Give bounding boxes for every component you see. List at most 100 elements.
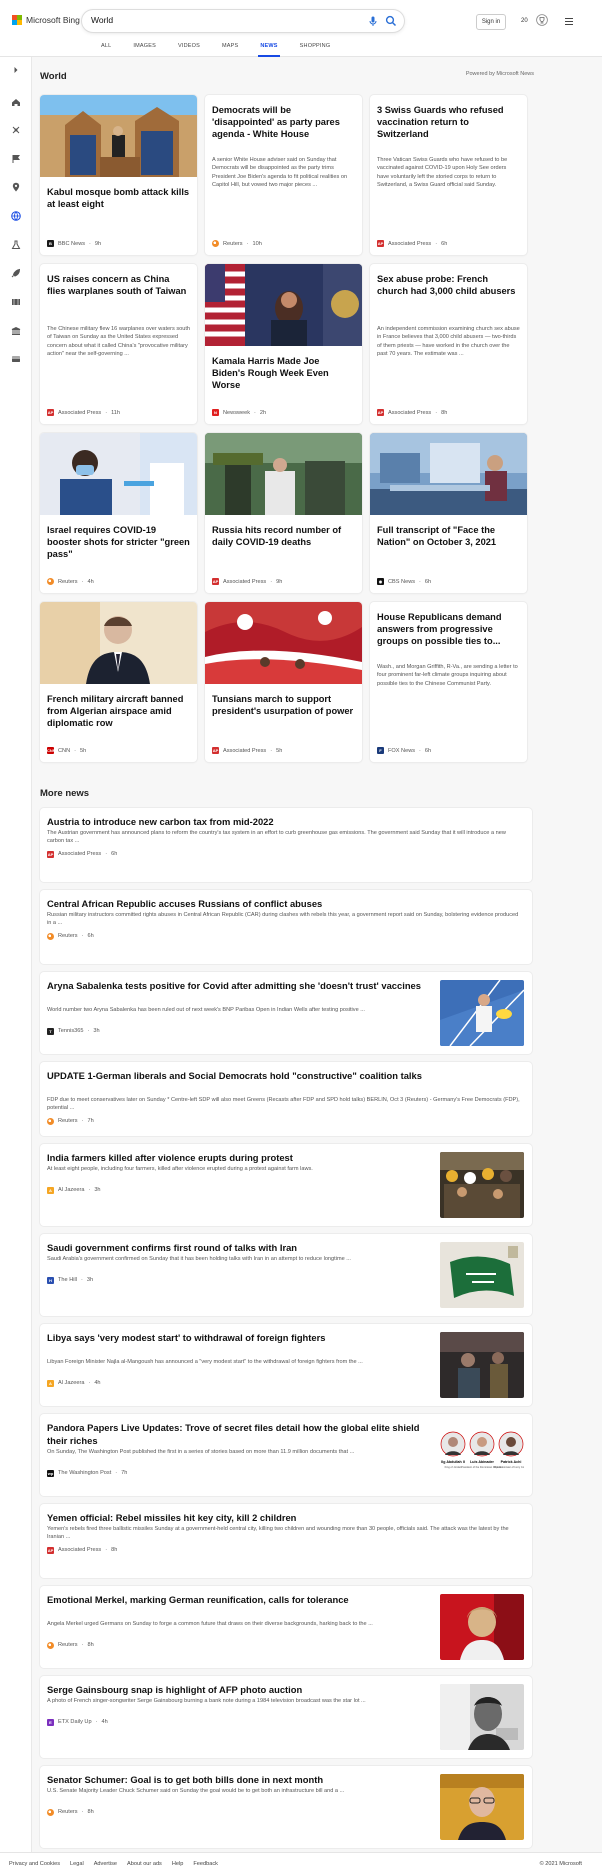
news-card[interactable]: US raises concern as China flies warplan… bbox=[40, 264, 197, 424]
news-list-item[interactable]: Central African Republic accuses Russian… bbox=[40, 890, 532, 964]
news-card-title[interactable]: 3 Swiss Guards who refused vaccination r… bbox=[377, 104, 520, 140]
news-item-title[interactable]: Yemen official: Rebel missiles hit key c… bbox=[47, 1511, 523, 1524]
news-card-title[interactable]: US raises concern as China flies warplan… bbox=[47, 273, 190, 297]
card-icon[interactable] bbox=[10, 353, 22, 365]
news-card-image[interactable] bbox=[205, 264, 362, 346]
news-list-item[interactable]: Austria to introduce new carbon tax from… bbox=[40, 808, 532, 882]
bank-icon[interactable] bbox=[10, 325, 22, 337]
news-card[interactable]: Sex abuse probe: French church had 3,000… bbox=[370, 264, 527, 424]
footer-link-legal[interactable]: Legal bbox=[70, 1861, 84, 1867]
news-item-title[interactable]: Austria to introduce new carbon tax from… bbox=[47, 815, 523, 828]
news-item-source[interactable]: AP Associated Press · 8h bbox=[47, 1546, 117, 1554]
tab-news[interactable]: NEWS bbox=[249, 41, 288, 57]
location-icon[interactable] bbox=[10, 181, 22, 193]
news-card-title[interactable]: Tunsians march to support president's us… bbox=[212, 693, 355, 717]
news-card[interactable]: French military aircraft banned from Alg… bbox=[40, 602, 197, 762]
news-item-source[interactable]: Reuters · 7h bbox=[47, 1117, 94, 1125]
news-item-image[interactable] bbox=[440, 1594, 524, 1660]
news-item-image[interactable] bbox=[440, 1332, 524, 1398]
rewards-trophy-icon[interactable] bbox=[536, 14, 548, 26]
footer-link-advertise[interactable]: Advertise bbox=[94, 1861, 117, 1867]
news-item-source[interactable]: Reuters · 8h bbox=[47, 1808, 94, 1816]
news-item-image[interactable] bbox=[440, 980, 524, 1046]
tab-maps[interactable]: MAPS bbox=[211, 41, 249, 57]
news-card-source[interactable]: B BBC News · 9h bbox=[47, 240, 101, 247]
news-item-title[interactable]: UPDATE 1-German liberals and Social Demo… bbox=[47, 1069, 523, 1082]
news-card-source[interactable]: AP Associated Press · 6h bbox=[377, 240, 447, 247]
news-card-source[interactable]: ◉ CBS News · 6h bbox=[377, 578, 431, 585]
news-list-item[interactable]: Pandora Papers Live Updates: Trove of se… bbox=[40, 1414, 532, 1496]
news-item-image[interactable] bbox=[440, 1774, 524, 1840]
news-item-title[interactable]: Senator Schumer: Goal is to get both bil… bbox=[47, 1773, 429, 1786]
news-list-item[interactable]: Libya says 'very modest start' to withdr… bbox=[40, 1324, 532, 1406]
footer-link-about-our-ads[interactable]: About our ads bbox=[127, 1861, 162, 1867]
tab-all[interactable]: ALL bbox=[90, 41, 122, 57]
news-card-source[interactable]: Reuters · 4h bbox=[47, 578, 94, 585]
news-item-title[interactable]: India farmers killed after violence erup… bbox=[47, 1151, 429, 1164]
news-card-source[interactable]: CNN CNN · 5h bbox=[47, 747, 86, 754]
news-card-title[interactable]: Sex abuse probe: French church had 3,000… bbox=[377, 273, 520, 297]
news-card[interactable]: Israel requires COVID-19 booster shots f… bbox=[40, 433, 197, 593]
news-item-source[interactable]: AP Associated Press · 6h bbox=[47, 850, 117, 858]
news-item-source[interactable]: H The Hill · 3h bbox=[47, 1276, 93, 1284]
news-card[interactable]: 3 Swiss Guards who refused vaccination r… bbox=[370, 95, 527, 255]
news-card[interactable]: Russia hits record number of daily COVID… bbox=[205, 433, 362, 593]
news-card-image[interactable] bbox=[205, 433, 362, 515]
news-card-image[interactable] bbox=[40, 602, 197, 684]
news-card-source[interactable]: AP Associated Press · 5h bbox=[212, 747, 282, 754]
search-icon[interactable] bbox=[385, 15, 397, 27]
news-item-title[interactable]: Serge Gainsbourg snap is highlight of AF… bbox=[47, 1683, 429, 1696]
news-item-image[interactable] bbox=[440, 1684, 524, 1750]
news-item-source[interactable]: wp The Washington Post · 7h bbox=[47, 1469, 127, 1477]
tab-videos[interactable]: VIDEOS bbox=[167, 41, 211, 57]
news-card[interactable]: Full transcript of "Face the Nation" on … bbox=[370, 433, 527, 593]
news-card-source[interactable]: AP Associated Press · 8h bbox=[377, 409, 447, 416]
news-card-title[interactable]: Kabul mosque bomb attack kills at least … bbox=[47, 186, 190, 210]
news-card-source[interactable]: AP Associated Press · 11h bbox=[47, 409, 120, 416]
microphone-icon[interactable] bbox=[367, 15, 379, 27]
news-item-title[interactable]: Saudi government confirms first round of… bbox=[47, 1241, 429, 1254]
news-card-source[interactable]: AP Associated Press · 9h bbox=[212, 578, 282, 585]
news-list-item[interactable]: Saudi government confirms first round of… bbox=[40, 1234, 532, 1316]
news-card[interactable]: House Republicans demand answers from pr… bbox=[370, 602, 527, 762]
flag-icon[interactable] bbox=[10, 153, 22, 165]
news-card[interactable]: Tunsians march to support president's us… bbox=[205, 602, 362, 762]
news-item-title[interactable]: Pandora Papers Live Updates: Trove of se… bbox=[47, 1421, 429, 1447]
sign-in-button[interactable]: Sign in bbox=[476, 14, 506, 30]
news-list-item[interactable]: India farmers killed after violence erup… bbox=[40, 1144, 532, 1226]
news-list-item[interactable]: Senator Schumer: Goal is to get both bil… bbox=[40, 1766, 532, 1848]
news-list-item[interactable]: Emotional Merkel, marking German reunifi… bbox=[40, 1586, 532, 1668]
news-item-title[interactable]: Aryna Sabalenka tests positive for Covid… bbox=[47, 979, 429, 992]
news-item-title[interactable]: Central African Republic accuses Russian… bbox=[47, 897, 523, 910]
home-icon[interactable] bbox=[10, 96, 22, 108]
news-item-source[interactable]: A Al Jazeera · 4h bbox=[47, 1379, 101, 1387]
news-card-image[interactable] bbox=[40, 95, 197, 177]
news-list-item[interactable]: UPDATE 1-German liberals and Social Demo… bbox=[40, 1062, 532, 1136]
news-card-source[interactable]: F FOX News · 6h bbox=[377, 747, 431, 754]
news-list-item[interactable]: Serge Gainsbourg snap is highlight of AF… bbox=[40, 1676, 532, 1758]
tab-images[interactable]: IMAGES bbox=[122, 41, 167, 57]
news-item-source[interactable]: T Tennis365 · 3h bbox=[47, 1027, 100, 1035]
tab-shopping[interactable]: SHOPPING bbox=[289, 41, 342, 57]
hamburger-menu-icon[interactable] bbox=[564, 17, 574, 26]
movie-icon[interactable] bbox=[10, 296, 22, 308]
news-item-source[interactable]: E ETX Daily Up · 4h bbox=[47, 1718, 108, 1726]
science-icon[interactable] bbox=[10, 239, 22, 251]
news-item-image[interactable] bbox=[440, 1152, 524, 1218]
news-card-title[interactable]: Russia hits record number of daily COVID… bbox=[212, 524, 355, 548]
news-card-image[interactable] bbox=[40, 433, 197, 515]
news-card-image[interactable] bbox=[370, 433, 527, 515]
news-item-image[interactable] bbox=[440, 1242, 524, 1308]
news-card[interactable]: Democrats will be 'disappointed' as part… bbox=[205, 95, 362, 255]
search-input[interactable] bbox=[91, 15, 331, 25]
news-card-source[interactable]: N Newsweek · 2h bbox=[212, 409, 266, 416]
news-card-title[interactable]: House Republicans demand answers from pr… bbox=[377, 611, 520, 647]
rocket-icon[interactable] bbox=[10, 267, 22, 279]
news-card[interactable]: Kabul mosque bomb attack kills at least … bbox=[40, 95, 197, 255]
news-item-source[interactable]: Reuters · 6h bbox=[47, 932, 94, 940]
news-list-item[interactable]: Yemen official: Rebel missiles hit key c… bbox=[40, 1504, 532, 1578]
news-card-title[interactable]: French military aircraft banned from Alg… bbox=[47, 693, 190, 729]
news-card[interactable]: Kamala Harris Made Joe Biden's Rough Wee… bbox=[205, 264, 362, 424]
news-card-title[interactable]: Kamala Harris Made Joe Biden's Rough Wee… bbox=[212, 355, 355, 391]
discover-icon[interactable] bbox=[10, 124, 22, 136]
